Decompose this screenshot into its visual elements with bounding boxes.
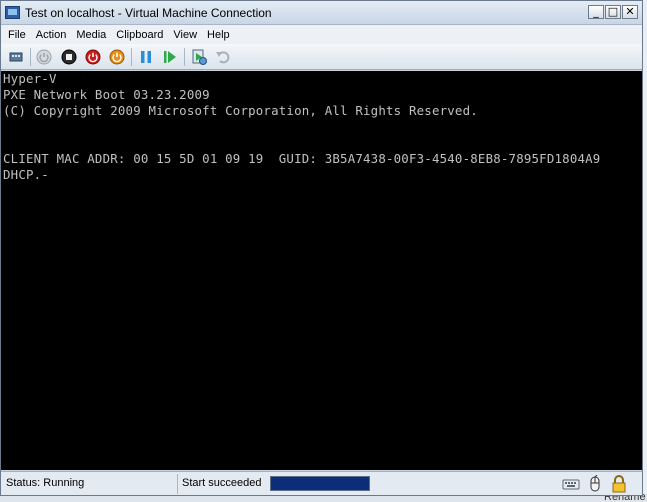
menu-bar: File Action Media Clipboard View Help xyxy=(1,25,642,44)
start-icon[interactable] xyxy=(36,49,52,65)
toolbar-separator xyxy=(30,48,31,66)
close-button[interactable]: ✕ xyxy=(622,5,638,19)
lock-icon xyxy=(610,475,628,493)
toolbar-separator xyxy=(131,48,132,66)
keyboard-icon xyxy=(562,475,580,493)
status-icons xyxy=(562,475,628,493)
console-line: PXE Network Boot 03.23.2009 xyxy=(3,87,210,102)
vm-connection-window: Test on localhost - Virtual Machine Conn… xyxy=(0,0,643,496)
vm-status-text: Status: Running xyxy=(6,477,85,489)
menu-view[interactable]: View xyxy=(168,29,202,41)
status-bar: Status: Running Start succeeded xyxy=(1,471,642,495)
status-message: Start succeeded xyxy=(182,477,262,489)
toolbar-separator xyxy=(184,48,185,66)
resume-icon[interactable] xyxy=(162,49,178,65)
menu-help[interactable]: Help xyxy=(202,29,235,41)
revert-icon[interactable] xyxy=(215,49,231,65)
shut-down-icon[interactable] xyxy=(85,49,101,65)
console-line: Hyper-V xyxy=(3,71,57,86)
menu-clipboard[interactable]: Clipboard xyxy=(111,29,168,41)
window-controls: _ □ ✕ xyxy=(588,5,638,19)
status-separator xyxy=(177,474,178,494)
console-line: (C) Copyright 2009 Microsoft Corporation… xyxy=(3,103,478,118)
vm-console-screen[interactable]: Hyper-V PXE Network Boot 03.23.2009 (C) … xyxy=(1,71,642,470)
menu-file[interactable]: File xyxy=(3,29,31,41)
menu-action[interactable]: Action xyxy=(31,29,72,41)
progress-bar xyxy=(270,476,370,491)
snapshot-icon[interactable] xyxy=(191,49,207,65)
pause-icon[interactable] xyxy=(138,49,154,65)
save-icon[interactable] xyxy=(109,49,125,65)
mouse-icon xyxy=(586,475,604,493)
title-bar[interactable]: Test on localhost - Virtual Machine Conn… xyxy=(1,1,642,25)
ctrl-alt-del-icon[interactable] xyxy=(8,49,24,65)
progress-fill xyxy=(271,477,369,490)
toolbar xyxy=(1,44,642,70)
minimize-button[interactable]: _ xyxy=(588,5,604,19)
turn-off-icon[interactable] xyxy=(61,49,77,65)
menu-media[interactable]: Media xyxy=(71,29,111,41)
vm-connection-icon xyxy=(5,6,20,19)
window-title: Test on localhost - Virtual Machine Conn… xyxy=(25,6,272,20)
console-line: DHCP.- xyxy=(3,167,49,182)
console-line: CLIENT MAC ADDR: 00 15 5D 01 09 19 GUID:… xyxy=(3,151,601,166)
maximize-button[interactable]: □ xyxy=(605,5,621,19)
